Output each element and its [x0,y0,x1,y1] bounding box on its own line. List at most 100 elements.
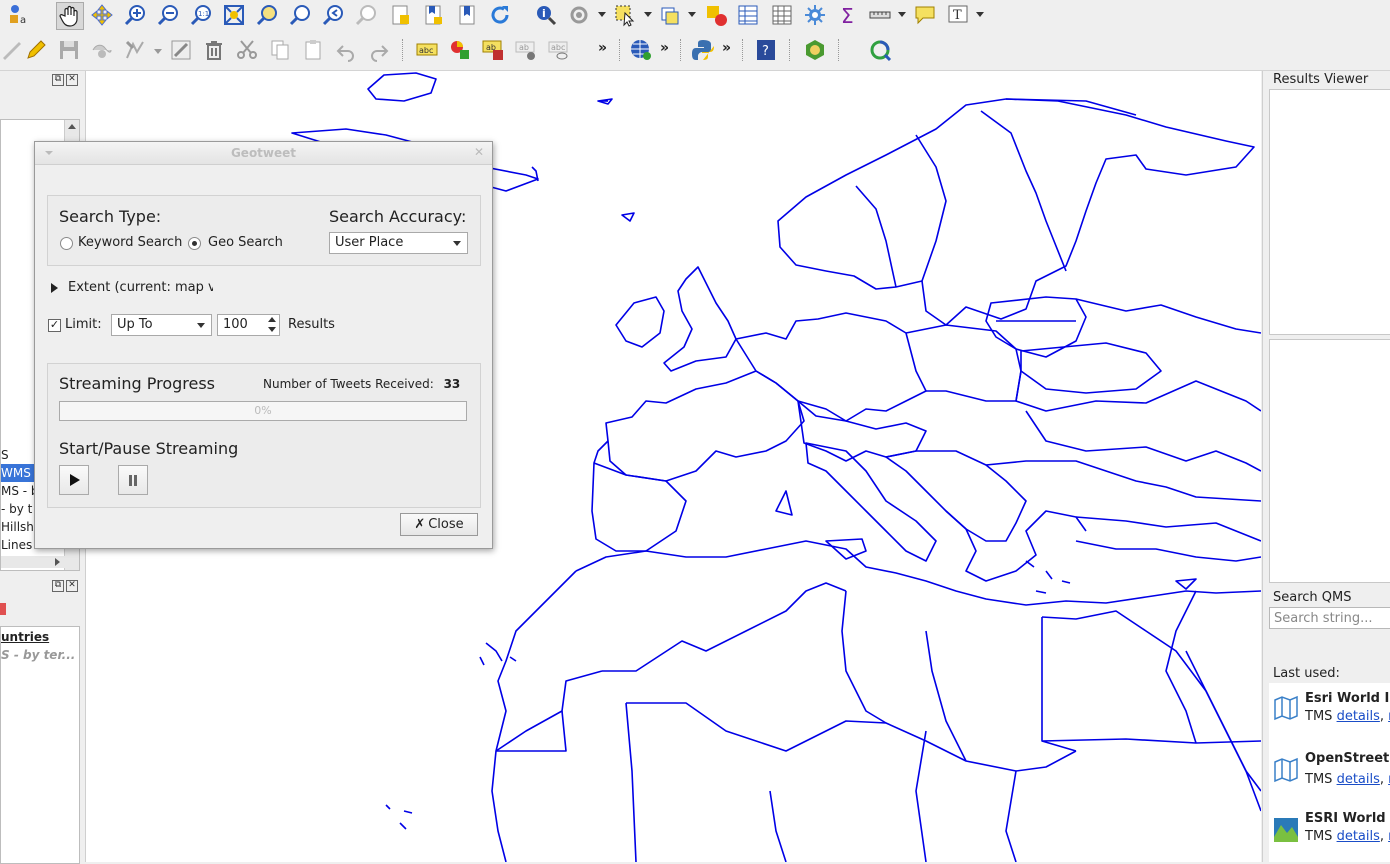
browser-item-title[interactable]: untries [1,630,49,644]
details-link[interactable]: details [1337,829,1380,844]
zoom-full-icon[interactable] [221,2,247,28]
new-bookmark-icon[interactable] [388,2,414,28]
qms-service-item[interactable]: ESRI World T TMS details, re [1269,803,1390,863]
action-dropdown-icon[interactable] [598,12,606,17]
svg-text:ab: ab [519,43,529,52]
close-x-icon: ✗ [414,517,426,532]
zoom-to-selection-icon[interactable] [254,2,280,28]
qms-service-item[interactable]: Esri World Im TMS details, re [1269,683,1390,743]
move-label-icon[interactable]: abc [546,37,572,63]
node-tool-dropdown-icon[interactable] [154,49,162,54]
geo-search-label[interactable]: Geo Search [208,235,283,250]
float-dock-icon[interactable]: ⧉ [52,580,64,592]
statistics-sum-icon[interactable]: Σ [835,2,861,28]
zoom-native-icon[interactable]: 1:1 [188,2,214,28]
pin-labels-icon[interactable]: ab [480,37,506,63]
show-bookmarks-icon[interactable] [421,2,447,28]
action-icon[interactable] [566,2,592,28]
pan-to-selection-icon[interactable] [89,2,115,28]
undo-icon[interactable] [333,37,359,63]
help-icon[interactable]: ? [753,37,779,63]
save-edits-icon[interactable] [56,37,82,63]
plugin-green-icon[interactable] [802,37,828,63]
zoom-in-icon[interactable] [122,2,148,28]
play-button[interactable] [59,465,89,495]
redo-icon[interactable] [366,37,392,63]
new-map-view-icon[interactable] [454,2,480,28]
layers-hscrollbar[interactable] [1,556,65,568]
zoom-next-icon[interactable] [353,2,379,28]
node-tool-icon[interactable] [122,37,148,63]
qms-service-item[interactable]: OpenStreetM TMS details, re [1269,743,1390,803]
results-label: Results [288,317,335,332]
keyword-search-radio[interactable] [60,237,73,250]
overflow-chevron-icon[interactable]: » [660,40,669,56]
search-qms-input[interactable]: Search string... [1269,607,1390,629]
show-hide-labels-icon[interactable]: ab [513,37,539,63]
style-manager-icon[interactable]: a [6,2,32,28]
close-dock-icon[interactable]: ✕ [66,74,78,86]
toolbar-separator [680,39,683,61]
cut-features-icon[interactable] [234,37,260,63]
overflow-chevron-icon[interactable]: » [598,40,607,56]
map-tips-icon[interactable] [912,2,938,28]
zoom-last-icon[interactable] [320,2,346,28]
search-accuracy-select[interactable]: User Place [329,232,468,254]
window-close-icon[interactable]: ✕ [474,145,484,159]
limit-mode-select[interactable]: Up To [111,314,212,336]
field-calculator-icon[interactable] [769,2,795,28]
details-link[interactable]: details [1337,772,1380,787]
service-links: TMS details, re [1305,829,1390,844]
limit-value-spinbox[interactable]: 100 [217,314,280,336]
map-fold-icon [1273,757,1299,783]
extent-toggle[interactable]: Extent (current: map vie [68,280,213,295]
scroll-up-icon[interactable] [68,124,76,129]
streaming-group: Streaming Progress Number of Tweets Rece… [47,363,481,508]
pan-hand-icon[interactable] [56,2,84,30]
deselect-all-icon[interactable] [703,2,729,28]
select-dropdown-icon[interactable] [644,12,652,17]
close-button[interactable]: ✗ Close [400,513,478,536]
measure-dropdown-icon[interactable] [898,12,906,17]
refresh-icon[interactable] [487,2,513,28]
service-type: TMS [1305,829,1333,844]
pause-button[interactable] [118,465,148,495]
identify-icon[interactable]: i [533,2,559,28]
processing-toolbox-icon[interactable] [802,2,828,28]
deselect-icon[interactable] [658,2,684,28]
service-name: Esri World Im [1305,691,1390,706]
close-dock-icon[interactable]: ✕ [66,580,78,592]
details-link[interactable]: details [1337,709,1380,724]
expand-arrow-icon[interactable] [51,283,58,293]
keyword-search-label[interactable]: Keyword Search [78,235,182,250]
geotweet-plugin-icon[interactable] [867,37,893,63]
arcgis-icon [1273,817,1299,843]
spin-up-icon[interactable] [268,317,276,322]
python-console-icon[interactable] [690,37,716,63]
quickmapservices-globe-icon[interactable] [628,37,654,63]
copy-features-icon[interactable] [267,37,293,63]
edit-pencil-icon[interactable] [23,37,49,63]
float-dock-icon[interactable]: ⧉ [52,74,64,86]
diagram-tool-icon[interactable] [447,37,473,63]
scroll-right-icon[interactable] [55,558,60,566]
add-feature-icon[interactable] [89,37,115,63]
annotation-dropdown-icon[interactable] [976,12,984,17]
geo-search-radio[interactable] [188,237,201,250]
label-tool-icon[interactable]: abc [414,37,440,63]
zoom-to-layer-icon[interactable] [287,2,313,28]
modify-attributes-icon[interactable] [168,37,194,63]
attribute-table-icon[interactable] [735,2,761,28]
paste-features-icon[interactable] [300,37,326,63]
measure-icon[interactable] [867,2,893,28]
spin-down-icon[interactable] [268,327,276,332]
text-annotation-icon[interactable]: T [945,2,971,28]
svg-text:a: a [20,15,26,26]
select-features-icon[interactable] [612,2,638,28]
delete-selected-icon[interactable] [201,37,227,63]
limit-checkbox[interactable]: ✓ [48,319,61,332]
zoom-out-icon[interactable] [155,2,181,28]
deselect-dropdown-icon[interactable] [688,12,696,17]
dialog-titlebar[interactable]: Geotweet ✕ [35,142,492,165]
overflow-chevron-icon[interactable]: » [722,40,731,56]
